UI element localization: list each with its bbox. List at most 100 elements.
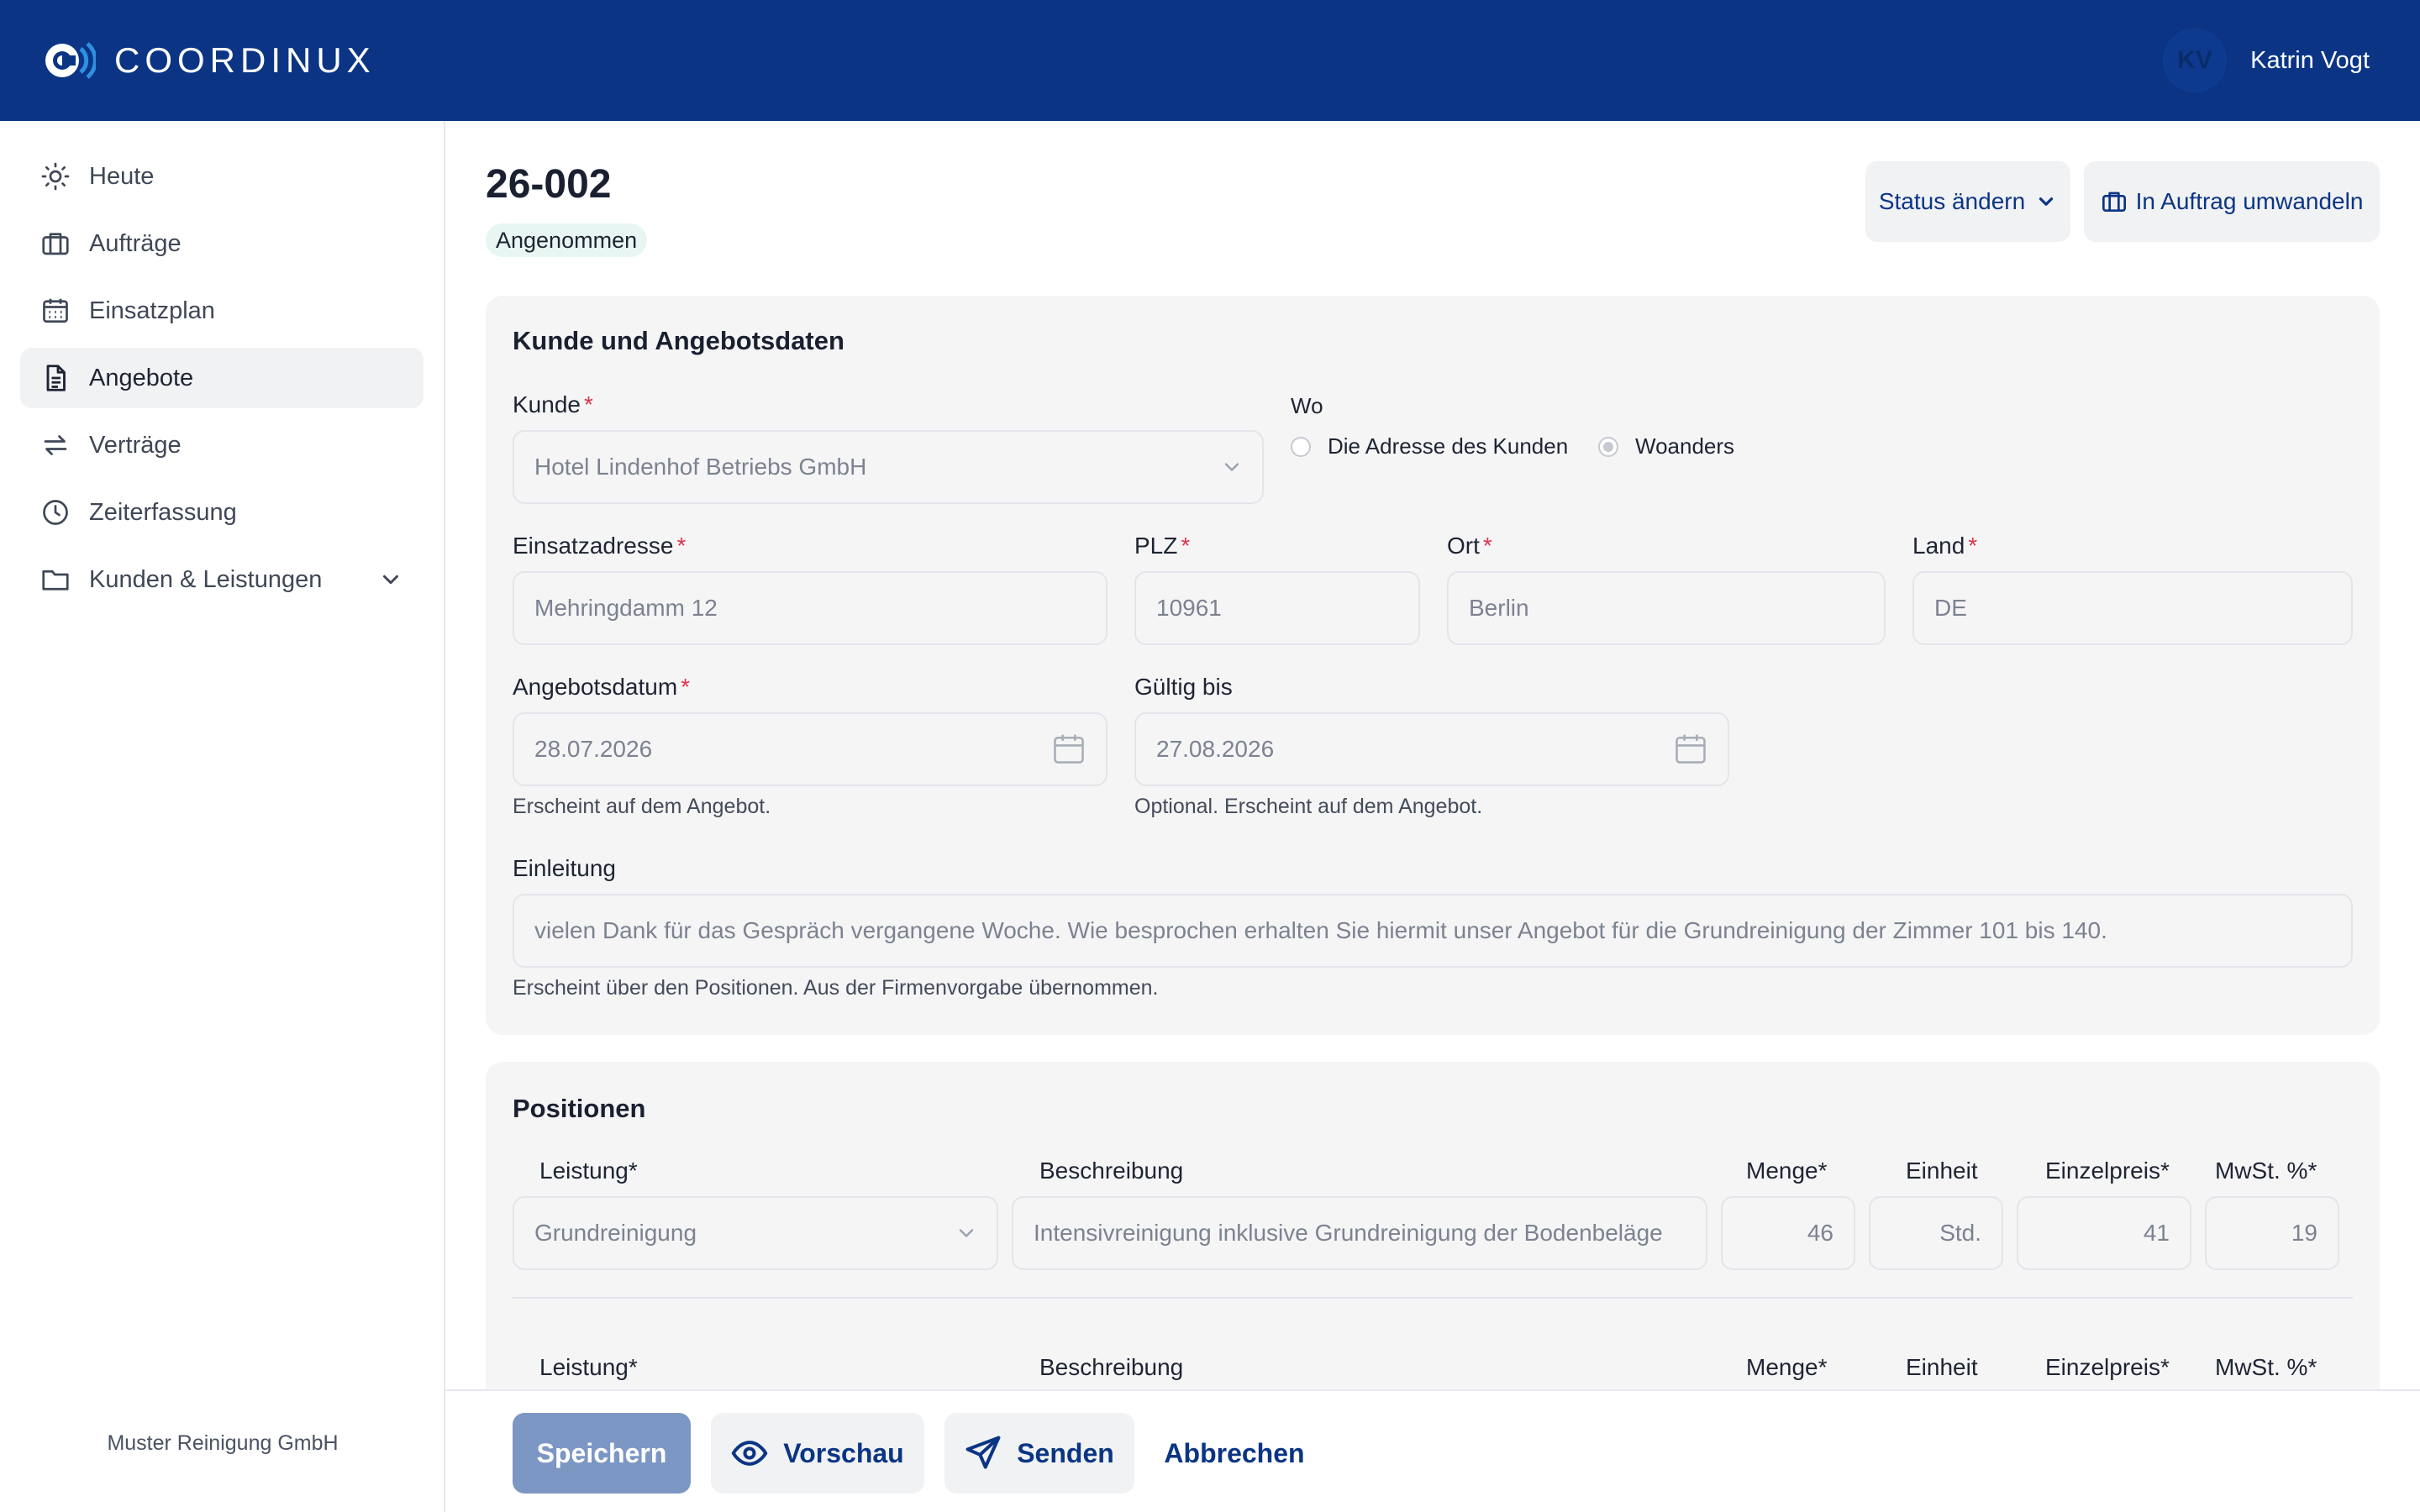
sidebar-item-kunden-leistungen[interactable]: Kunden & Leistungen <box>20 549 424 610</box>
offer-date-label: Angebotsdatum * <box>513 674 691 700</box>
city-field[interactable]: Berlin <box>1447 571 1886 645</box>
offer-date-field[interactable]: 28.07.2026 <box>513 712 1107 786</box>
offer-date-hint: Erscheint auf dem Angebot. <box>513 795 771 818</box>
sidebar-item-einsatzplan[interactable]: Einsatzplan <box>20 281 424 341</box>
quantity-value: 46 <box>1807 1220 1833 1246</box>
customer-offer-card: Kunde und Angebotsdaten Kunde * Hotel Lin… <box>486 296 2380 1035</box>
column-header-service: Leistung* <box>539 1354 638 1380</box>
save-label: Speichern <box>536 1437 667 1468</box>
clock-icon <box>43 500 68 525</box>
unit-value: Std. <box>1939 1220 1981 1246</box>
city-value: Berlin <box>1469 595 1529 621</box>
radio-button[interactable] <box>1598 436 1618 457</box>
sidebar-item-label: Heute <box>89 162 155 190</box>
convert-to-order-label: In Auftrag umwandeln <box>2135 188 2364 214</box>
description-value: Intensivreinigung inklusive Grundreinigu… <box>1034 1220 1663 1246</box>
footer-action-bar: Speichern Vorschau Senden Abbrechen <box>445 1389 2420 1512</box>
zip-field[interactable]: 10961 <box>1134 571 1420 645</box>
sidebar-item-auftraege[interactable]: Aufträge <box>20 213 424 274</box>
column-header-unit-price: Einzelpreis* <box>2045 1354 2170 1380</box>
row-divider <box>513 1297 2353 1299</box>
customer-value: Hotel Lindenhof Betriebs GmbH <box>534 454 867 480</box>
radio-button[interactable] <box>1291 436 1311 457</box>
valid-until-label: Gültig bis <box>1134 674 1233 700</box>
status-change-button[interactable]: Status ändern <box>1865 161 2070 242</box>
chevron-down-icon <box>2039 197 2054 206</box>
valid-until-value: 27.08.2026 <box>1156 736 1275 762</box>
column-header-unit: Einheit <box>1906 1158 1978 1184</box>
page-title: 26-002 <box>486 162 612 207</box>
convert-to-order-button[interactable]: In Auftrag umwandeln <box>2084 161 2380 242</box>
customer-select[interactable]: Hotel Lindenhof Betriebs GmbH <box>513 430 1264 504</box>
intro-value: vielen Dank für das Gespräch vergangene … <box>534 917 2107 943</box>
country-field[interactable]: DE <box>1912 571 2353 645</box>
city-label: Ort * <box>1447 533 1492 559</box>
preview-button[interactable]: Vorschau <box>711 1413 924 1494</box>
calendar-icon <box>43 298 68 323</box>
status-badge: Angenommen <box>486 223 648 257</box>
company-name: Muster Reinigung GmbH <box>107 1431 339 1455</box>
briefcase-icon <box>42 233 69 255</box>
unit-price-field[interactable]: 41 <box>2017 1196 2191 1270</box>
sidebar-item-angebote[interactable]: Angebote <box>20 348 424 408</box>
quantity-field[interactable]: 46 <box>1721 1196 1855 1270</box>
intro-textarea[interactable]: vielen Dank für das Gespräch vergangene … <box>513 894 2353 968</box>
vat-field[interactable]: 19 <box>2205 1196 2339 1270</box>
sidebar-item-heute[interactable]: Heute <box>20 146 424 207</box>
radio-elsewhere[interactable]: Woanders <box>1598 433 1734 459</box>
send-button[interactable]: Senden <box>944 1413 1134 1494</box>
customer-label: Kunde * <box>513 391 593 417</box>
address-label: Einsatzadresse * <box>513 533 687 559</box>
status-change-label: Status ändern <box>1878 188 2026 214</box>
column-header-vat: MwSt. %* <box>2215 1158 2317 1184</box>
description-field[interactable]: Intensivreinigung inklusive Grundreinigu… <box>1012 1196 1707 1270</box>
paper-plane-icon <box>965 1436 1001 1469</box>
app-name: COORDINUX <box>114 40 376 80</box>
column-header-quantity: Menge* <box>1746 1158 1828 1184</box>
document-icon <box>46 365 66 391</box>
valid-until-field[interactable]: 27.08.2026 <box>1134 712 1729 786</box>
briefcase-icon <box>2102 192 2126 212</box>
save-button[interactable]: Speichern <box>513 1413 691 1494</box>
radio-customer-address[interactable]: Die Adresse des Kunden <box>1291 433 1568 459</box>
coordinux-logo-icon <box>44 39 97 82</box>
top-bar: COORDINUX KV Katrin Vogt <box>0 0 2420 121</box>
column-header-quantity: Menge* <box>1746 1354 1828 1380</box>
avatar[interactable]: KV <box>2165 30 2226 91</box>
preview-label: Vorschau <box>783 1437 904 1468</box>
chevron-down-icon[interactable] <box>378 567 403 592</box>
country-value: DE <box>1934 595 1967 621</box>
service-select[interactable]: Grundreinigung <box>513 1196 998 1270</box>
user-name[interactable]: Katrin Vogt <box>2250 47 2370 75</box>
sidebar-item-label: Kunden & Leistungen <box>89 565 323 593</box>
service-value: Grundreinigung <box>534 1220 697 1246</box>
radio-label: Die Adresse des Kunden <box>1328 433 1569 459</box>
section-title: Positionen <box>513 1094 646 1123</box>
unit-field[interactable]: Std. <box>1869 1196 2003 1270</box>
chevron-down-icon <box>1224 463 1239 471</box>
cancel-button[interactable]: Abbrechen <box>1155 1413 1314 1494</box>
sidebar-item-label: Angebote <box>89 364 194 391</box>
folder-icon <box>42 570 69 591</box>
sidebar-item-label: Zeiterfassung <box>89 498 237 526</box>
unit-price-value: 41 <box>2143 1220 2170 1246</box>
user-menu[interactable]: KV Katrin Vogt <box>2165 0 2370 121</box>
address-field[interactable]: Mehringdamm 12 <box>513 571 1107 645</box>
sidebar-item-vertraege[interactable]: Verträge <box>20 415 424 475</box>
address-value: Mehringdamm 12 <box>534 595 718 621</box>
column-header-service: Leistung* <box>539 1158 638 1184</box>
column-header-unit-price: Einzelpreis* <box>2045 1158 2170 1184</box>
country-label: Land * <box>1912 533 1978 559</box>
column-header-vat: MwSt. %* <box>2215 1354 2317 1380</box>
radio-label: Woanders <box>1635 433 1735 459</box>
sidebar-item-zeiterfassung[interactable]: Zeiterfassung <box>20 482 424 543</box>
calendar-icon[interactable] <box>1050 731 1087 768</box>
intro-label: Einleitung <box>513 855 616 881</box>
vat-value: 19 <box>2291 1220 2317 1246</box>
arrows-exchange-icon <box>44 435 67 455</box>
calendar-icon[interactable] <box>1672 731 1709 768</box>
sidebar-item-label: Aufträge <box>89 229 182 257</box>
send-label: Senden <box>1017 1437 1114 1468</box>
sidebar-item-label: Verträge <box>89 431 182 459</box>
sun-icon <box>41 162 70 191</box>
